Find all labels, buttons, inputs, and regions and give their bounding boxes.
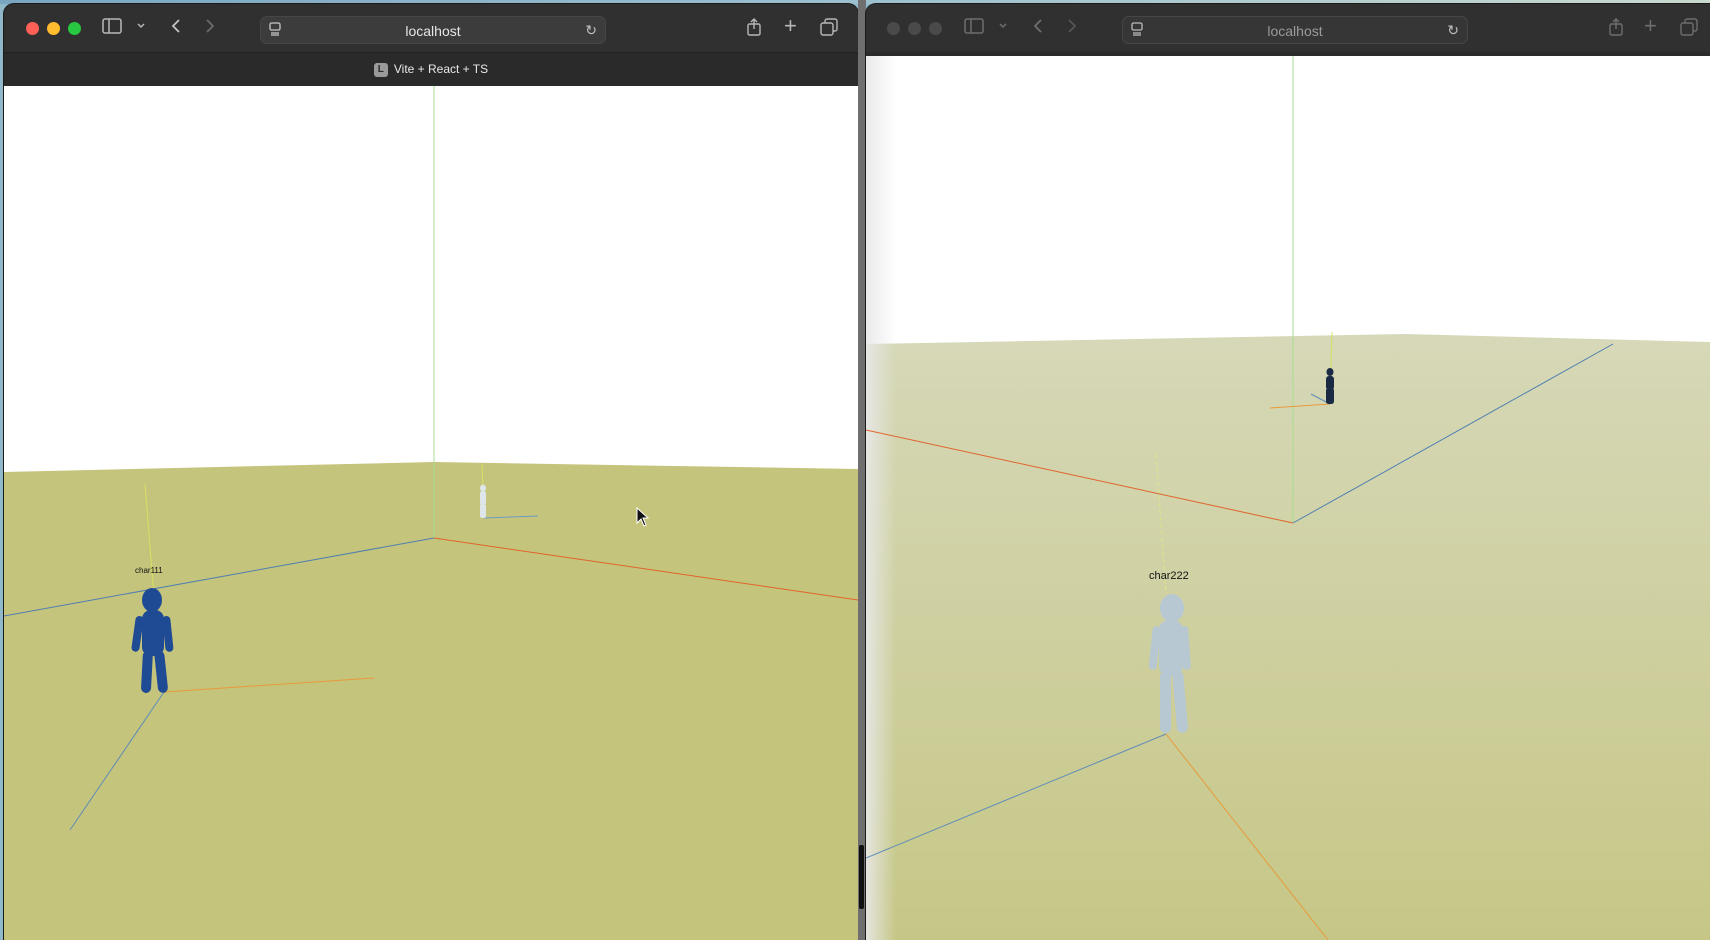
scene-right bbox=[866, 56, 1710, 940]
zoom-window-button[interactable] bbox=[68, 22, 81, 35]
url-text: localhost bbox=[1267, 23, 1323, 39]
ground-plane bbox=[4, 462, 858, 940]
address-bar[interactable]: localhost ↻ bbox=[260, 16, 606, 44]
browser-window-left: localhost ↻ + L Vite + React + TS char11… bbox=[4, 4, 858, 940]
tabs-overview-icon[interactable] bbox=[1680, 18, 1698, 42]
character-dark-distant bbox=[1326, 368, 1334, 404]
active-tab[interactable]: L Vite + React + TS bbox=[4, 62, 858, 77]
back-icon[interactable] bbox=[170, 18, 182, 40]
share-icon[interactable] bbox=[1608, 18, 1624, 42]
reload-icon[interactable]: ↻ bbox=[1447, 22, 1459, 39]
tabs-overview-icon[interactable] bbox=[820, 18, 838, 42]
minimize-window-button[interactable] bbox=[47, 22, 60, 35]
character-label: char222 bbox=[1149, 570, 1189, 582]
window-controls bbox=[26, 22, 81, 35]
scene-left bbox=[4, 86, 858, 940]
character-distant bbox=[480, 484, 486, 518]
window-divider bbox=[858, 0, 866, 940]
window-controls-inactive bbox=[887, 22, 942, 35]
fog-edge bbox=[866, 56, 896, 940]
mouse-cursor-icon bbox=[636, 507, 650, 527]
tab-title: Vite + React + TS bbox=[393, 62, 489, 76]
resize-handle[interactable] bbox=[859, 845, 864, 909]
browser-window-right: localhost ↻ + char222 bbox=[866, 4, 1710, 940]
new-tab-icon[interactable]: + bbox=[1644, 15, 1657, 37]
new-tab-icon[interactable]: + bbox=[784, 15, 797, 37]
tab-bar: L Vite + React + TS bbox=[4, 52, 858, 87]
forward-icon[interactable] bbox=[1066, 18, 1078, 40]
address-bar[interactable]: localhost ↻ bbox=[1122, 16, 1468, 44]
zoom-window-button[interactable] bbox=[929, 22, 942, 35]
favicon: L bbox=[373, 63, 388, 77]
minimize-window-button[interactable] bbox=[908, 22, 921, 35]
sidebar-icon[interactable] bbox=[964, 18, 984, 40]
url-text: localhost bbox=[405, 23, 461, 39]
share-icon[interactable] bbox=[746, 18, 762, 42]
back-icon[interactable] bbox=[1032, 18, 1044, 40]
sidebar-icon[interactable] bbox=[102, 18, 122, 40]
forward-icon[interactable] bbox=[204, 18, 216, 40]
chevron-down-icon[interactable] bbox=[998, 18, 1008, 40]
browser-toolbar-inactive: localhost ↻ + bbox=[866, 4, 1710, 52]
chevron-down-icon[interactable] bbox=[136, 18, 146, 40]
reload-icon[interactable]: ↻ bbox=[585, 22, 597, 39]
character-label: char111 bbox=[135, 566, 163, 575]
browser-toolbar: localhost ↻ + bbox=[4, 4, 858, 52]
ground-plane bbox=[866, 334, 1710, 940]
webgl-canvas-right[interactable]: char222 bbox=[866, 56, 1710, 940]
close-window-button[interactable] bbox=[26, 22, 39, 35]
webgl-canvas-left[interactable]: char111 bbox=[4, 86, 858, 940]
close-window-button[interactable] bbox=[887, 22, 900, 35]
